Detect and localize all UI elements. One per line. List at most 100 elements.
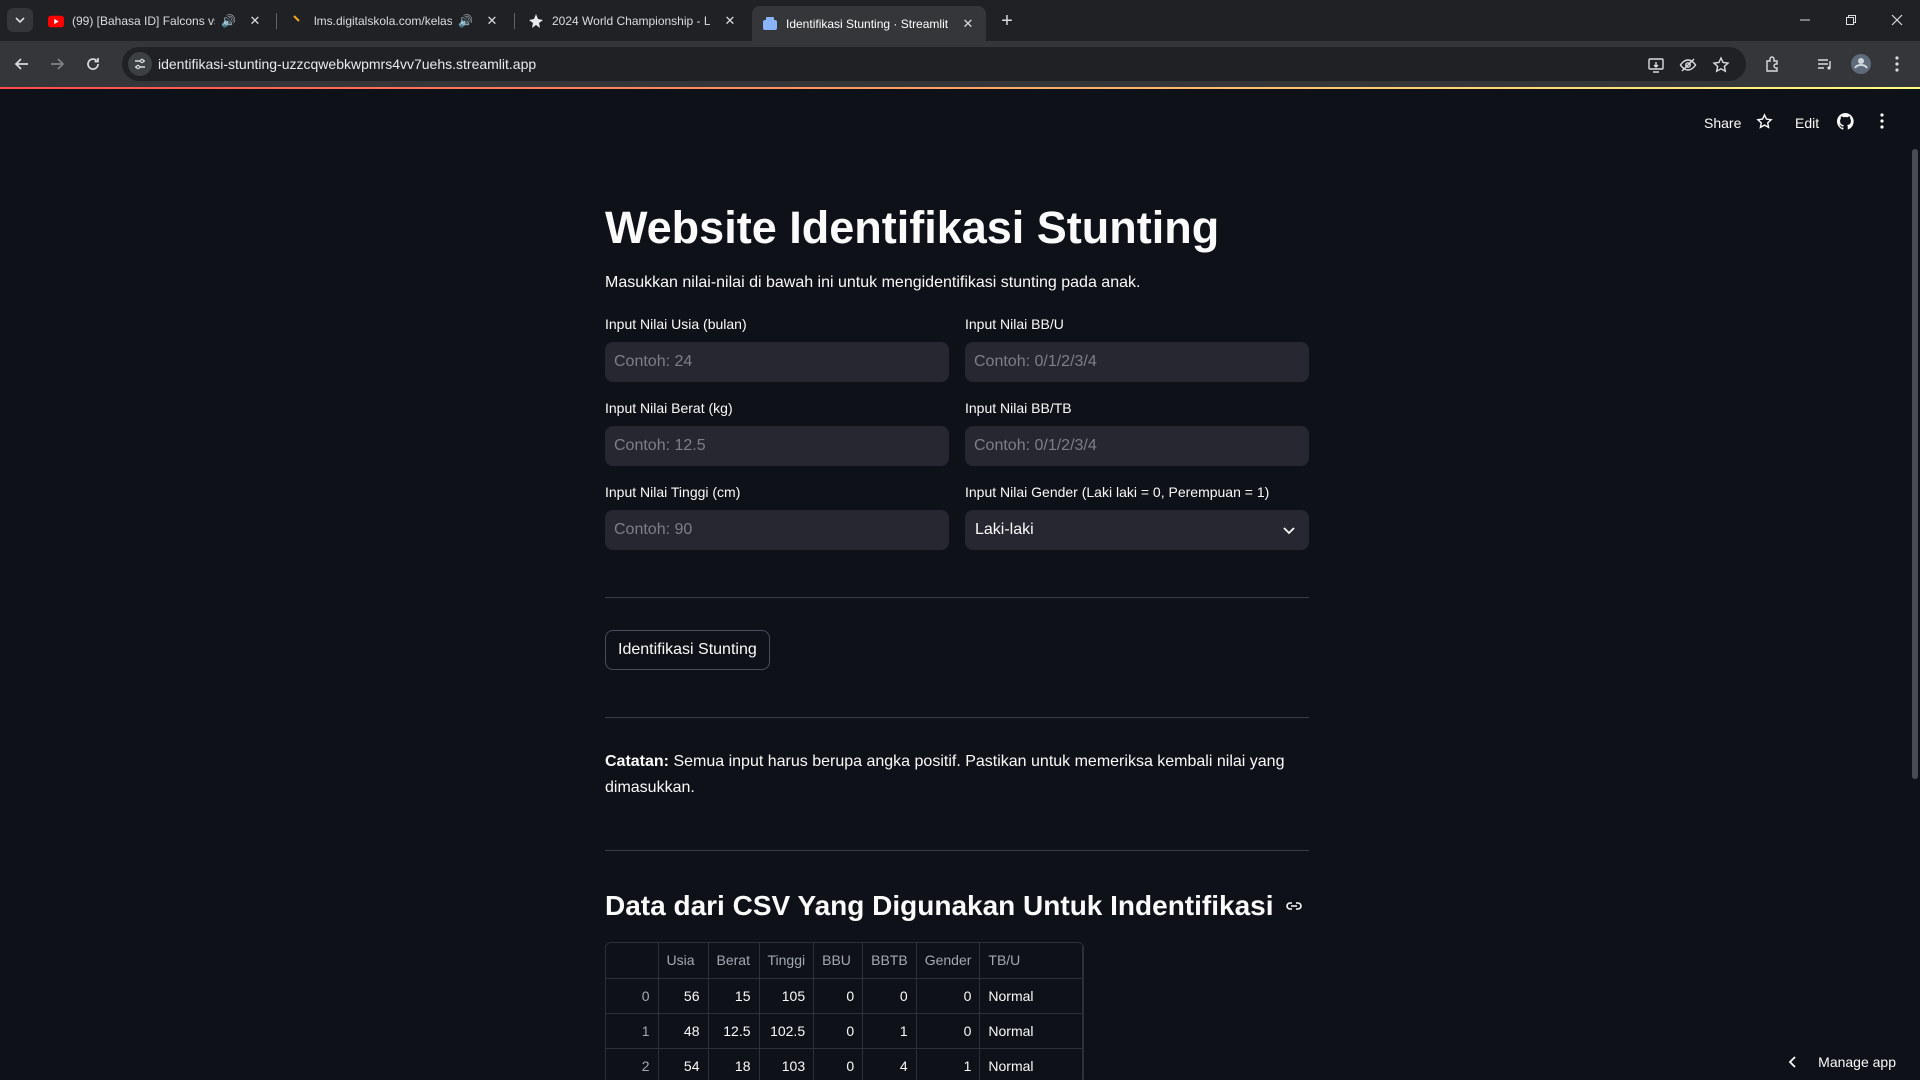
- minimize-icon: [1800, 19, 1810, 21]
- tab-separator: [276, 13, 277, 29]
- close-icon[interactable]: ✕: [960, 16, 976, 32]
- new-tab-button[interactable]: +: [994, 8, 1020, 34]
- cell-gender[interactable]: 0: [916, 1013, 981, 1049]
- gender-select-value: Laki-laki: [975, 521, 1034, 538]
- table-heading: Data dari CSV Yang Digunakan Untuk Inden…: [605, 890, 1304, 922]
- chevron-down-icon: [15, 17, 25, 24]
- divider: [605, 850, 1309, 851]
- app-header: Share Edit: [1660, 89, 1920, 157]
- back-button[interactable]: [8, 50, 36, 78]
- table-header-row: Usia Berat Tinggi BBU BBTB Gender TB/U: [606, 943, 1084, 979]
- data-table: Usia Berat Tinggi BBU BBTB Gender TB/U 0…: [606, 943, 1084, 1080]
- tab-streamlit-active[interactable]: Identifikasi Stunting · Streamlit ✕: [752, 6, 986, 41]
- column-header[interactable]: [606, 943, 659, 979]
- url-text[interactable]: identifikasi-stunting-uzzcqwebkwpmrs4vv7…: [158, 56, 536, 72]
- cell-berat[interactable]: 18: [708, 1048, 760, 1080]
- cell-usia[interactable]: 48: [658, 1013, 709, 1049]
- cell-bbtb[interactable]: 0: [862, 978, 917, 1014]
- tab-worlds[interactable]: 2024 World Championship - Liq ✕: [518, 6, 748, 36]
- streamlit-icon: [762, 16, 778, 32]
- chevron-left-icon: [1788, 1056, 1796, 1068]
- close-window-button[interactable]: [1874, 0, 1920, 40]
- dataframe[interactable]: Usia Berat Tinggi BBU BBTB Gender TB/U 0…: [605, 942, 1085, 1080]
- bbtb-input[interactable]: [965, 426, 1309, 466]
- tab-title: lms.digitalskola.com/kelas/...: [314, 14, 452, 28]
- row-index: 2: [606, 1048, 659, 1080]
- cell-bbu[interactable]: 0: [813, 1048, 864, 1080]
- link-icon[interactable]: [1284, 896, 1304, 916]
- cell-gender[interactable]: 0: [916, 978, 981, 1014]
- column-header[interactable]: Tinggi: [759, 943, 815, 979]
- site-info-icon[interactable]: [128, 52, 152, 76]
- restore-button[interactable]: [1828, 0, 1874, 40]
- lol-icon: [528, 13, 544, 29]
- column-header[interactable]: TB/U: [979, 943, 1084, 979]
- tab-search-button[interactable]: [7, 8, 33, 32]
- github-icon[interactable]: [1837, 113, 1854, 130]
- install-app-icon[interactable]: [1646, 55, 1666, 75]
- cell-bbu[interactable]: 0: [813, 978, 864, 1014]
- reload-button[interactable]: [79, 50, 107, 78]
- cell-tinggi[interactable]: 102.5: [759, 1013, 815, 1049]
- cell-tbu[interactable]: Normal: [979, 1013, 1084, 1049]
- app-menu-icon[interactable]: [1880, 113, 1884, 129]
- gender-select[interactable]: Laki-laki: [965, 510, 1309, 550]
- usia-input[interactable]: [605, 342, 949, 382]
- manage-app-button[interactable]: Manage app: [1786, 1054, 1896, 1070]
- column-header[interactable]: Berat: [708, 943, 760, 979]
- profile-avatar[interactable]: [1850, 53, 1872, 75]
- restore-icon: [1846, 15, 1856, 25]
- tinggi-input[interactable]: [605, 510, 949, 550]
- tab-digitalskola[interactable]: lms.digitalskola.com/kelas/... 🔊 ✕: [280, 6, 510, 36]
- speaker-icon[interactable]: 🔊: [458, 14, 473, 28]
- digitalskola-icon: [290, 13, 306, 29]
- cell-berat[interactable]: 15: [708, 978, 760, 1014]
- cell-gender[interactable]: 1: [916, 1048, 981, 1080]
- page-scrollbar[interactable]: [1912, 149, 1918, 779]
- tab-youtube[interactable]: (99) [Bahasa ID] Falcons vs T 🔊 ✕: [38, 6, 273, 36]
- table-row[interactable]: 0 56 15 105 0 0 0 Normal: [606, 978, 1084, 1014]
- table-row[interactable]: 2 54 18 103 0 4 1 Normal: [606, 1048, 1084, 1080]
- column-header[interactable]: BBU: [813, 943, 864, 979]
- media-control-icon[interactable]: [1814, 53, 1836, 75]
- cell-tinggi[interactable]: 103: [759, 1048, 815, 1080]
- manage-app-label: Manage app: [1818, 1054, 1896, 1070]
- column-header[interactable]: BBTB: [862, 943, 917, 979]
- address-bar[interactable]: identifikasi-stunting-uzzcqwebkwpmrs4vv7…: [122, 47, 1746, 81]
- cell-usia[interactable]: 56: [658, 978, 709, 1014]
- column-header[interactable]: Gender: [916, 943, 981, 979]
- intro-text: Masukkan nilai-nilai di bawah ini untuk …: [605, 274, 1141, 291]
- bookmark-star-icon[interactable]: [1711, 55, 1731, 75]
- close-icon[interactable]: ✕: [722, 13, 738, 29]
- star-icon[interactable]: [1756, 113, 1773, 130]
- close-icon[interactable]: ✕: [484, 13, 500, 29]
- browser-menu-icon[interactable]: [1886, 53, 1908, 75]
- forward-button[interactable]: [43, 50, 71, 78]
- arrow-right-icon: [51, 58, 65, 70]
- close-icon[interactable]: ✕: [247, 13, 263, 29]
- row-index: 1: [606, 1013, 659, 1049]
- divider: [605, 597, 1309, 598]
- extensions-icon[interactable]: [1762, 53, 1784, 75]
- eye-off-icon[interactable]: [1678, 55, 1698, 75]
- berat-input[interactable]: [605, 426, 949, 466]
- reload-icon: [87, 58, 99, 70]
- identify-button[interactable]: Identifikasi Stunting: [605, 630, 770, 670]
- cell-tbu[interactable]: Normal: [979, 1048, 1084, 1080]
- cell-tinggi[interactable]: 105: [759, 978, 815, 1014]
- edit-button[interactable]: Edit: [1795, 115, 1819, 131]
- cell-bbtb[interactable]: 1: [862, 1013, 917, 1049]
- minimize-button[interactable]: [1782, 0, 1828, 40]
- cell-berat[interactable]: 12.5: [708, 1013, 760, 1049]
- cell-usia[interactable]: 54: [658, 1048, 709, 1080]
- cell-bbtb[interactable]: 4: [862, 1048, 917, 1080]
- cell-bbu[interactable]: 0: [813, 1013, 864, 1049]
- speaker-icon[interactable]: 🔊: [221, 14, 236, 28]
- tab-title: Identifikasi Stunting · Streamlit: [786, 16, 948, 31]
- share-button[interactable]: Share: [1704, 115, 1741, 131]
- cell-tbu[interactable]: Normal: [979, 978, 1084, 1014]
- table-row[interactable]: 1 48 12.5 102.5 0 1 0 Normal: [606, 1013, 1084, 1049]
- column-header[interactable]: Usia: [658, 943, 709, 979]
- bbu-input[interactable]: [965, 342, 1309, 382]
- usia-label: Input Nilai Usia (bulan): [605, 316, 747, 332]
